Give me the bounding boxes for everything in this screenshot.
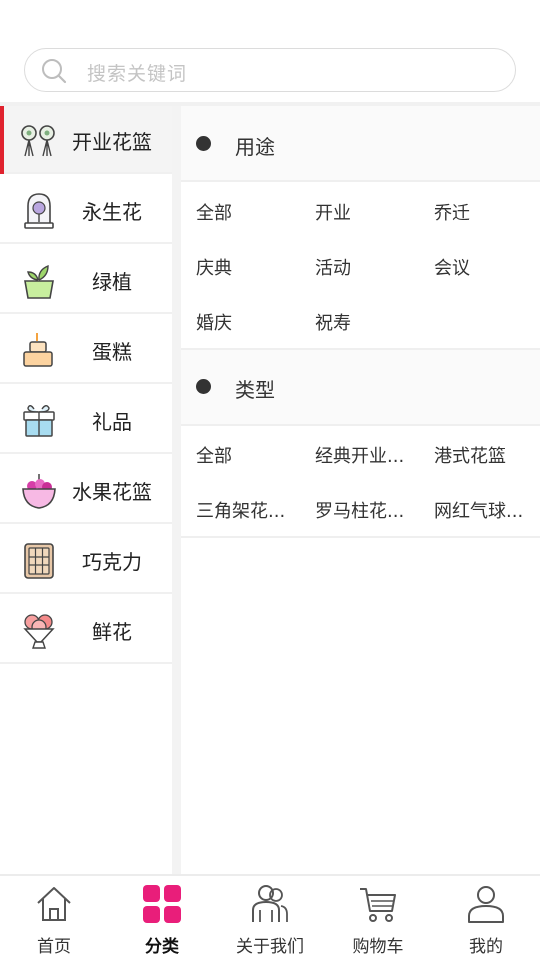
- search-icon: [42, 59, 67, 84]
- sidebar-item-label: 蛋糕: [92, 340, 132, 364]
- cart-icon: [360, 888, 396, 922]
- sidebar-item-label: 开业花篮: [72, 130, 152, 154]
- sidebar-item-label: 巧克力: [82, 550, 142, 574]
- search-bar[interactable]: 搜索关键词: [24, 48, 516, 92]
- filter-option[interactable]: 祝寿: [315, 309, 351, 335]
- sidebar-item-gift[interactable]: 礼品: [0, 386, 172, 454]
- profile-icon: [468, 886, 504, 923]
- sidebar-item-cake[interactable]: 蛋糕: [0, 316, 172, 384]
- tab-label: 分类: [145, 937, 179, 957]
- bullet-icon: [196, 136, 211, 151]
- filter-option[interactable]: 经典开业...: [315, 442, 404, 468]
- tab-label: 首页: [37, 937, 71, 957]
- sidebar-item-label: 礼品: [92, 410, 132, 434]
- sidebar-item-label: 绿植: [92, 270, 132, 294]
- filter-option[interactable]: 婚庆: [196, 309, 232, 335]
- tab-home[interactable]: 首页: [0, 876, 108, 960]
- tab-profile[interactable]: 我的: [432, 876, 540, 960]
- bullet-icon: [196, 379, 211, 394]
- sidebar-item-fruit-basket[interactable]: 水果花篮: [0, 456, 172, 524]
- plant-icon: [24, 264, 54, 299]
- sidebar-divider: [172, 106, 181, 874]
- filter-option[interactable]: 乔迁: [434, 199, 470, 225]
- filter-option[interactable]: 会议: [434, 254, 470, 280]
- tab-label: 我的: [469, 937, 503, 957]
- flower-basket-icon: [21, 125, 55, 157]
- tab-label: 购物车: [352, 937, 404, 957]
- filter-panel: 用途 全部 开业 乔迁 庆典 活动 会议 婚庆 祝寿 类型 全部 经典开业...…: [181, 106, 540, 874]
- tab-about-us[interactable]: 关于我们: [216, 876, 324, 960]
- preserved-flower-icon: [24, 193, 54, 229]
- tab-category[interactable]: 分类: [108, 876, 216, 960]
- sidebar-item-bouquet[interactable]: 鲜花: [0, 596, 172, 664]
- tab-cart[interactable]: 购物车: [324, 876, 432, 960]
- filter-option[interactable]: 开业: [315, 199, 351, 225]
- cake-icon: [23, 333, 53, 367]
- category-icon: [143, 885, 181, 923]
- section-divider: [181, 536, 540, 538]
- sidebar-item-label: 鲜花: [92, 620, 132, 644]
- sidebar-item-chocolate[interactable]: 巧克力: [0, 526, 172, 594]
- gift-icon: [23, 405, 55, 437]
- section-header-type: 类型: [181, 350, 540, 426]
- search-input[interactable]: 搜索关键词: [87, 59, 187, 86]
- section-header-usage: 用途: [181, 106, 540, 182]
- about-us-icon: [252, 885, 288, 922]
- filter-option[interactable]: 庆典: [196, 254, 232, 280]
- sidebar-item-flower-basket[interactable]: 开业花篮: [0, 106, 172, 174]
- filter-option[interactable]: 三角架花...: [196, 497, 285, 523]
- filter-option[interactable]: 罗马柱花...: [315, 497, 404, 523]
- sidebar-item-preserved-flower[interactable]: 永生花: [0, 176, 172, 244]
- sidebar-item-label: 水果花篮: [72, 480, 152, 504]
- filter-option[interactable]: 全部: [196, 442, 232, 468]
- section-title: 类型: [235, 378, 275, 402]
- filter-option[interactable]: 网红气球...: [434, 497, 523, 523]
- section-title: 用途: [235, 135, 275, 159]
- filter-option[interactable]: 港式花篮: [434, 442, 506, 468]
- sidebar-item-plant[interactable]: 绿植: [0, 246, 172, 314]
- bottom-tab-bar: 首页 分类 关于我们 购物车 我的: [0, 874, 540, 960]
- sidebar-item-label: 永生花: [82, 200, 142, 224]
- filter-option[interactable]: 全部: [196, 199, 232, 225]
- home-icon: [37, 887, 71, 921]
- chocolate-icon: [24, 543, 54, 579]
- category-sidebar: 开业花篮 永生花 绿植 蛋糕 礼品 水果花篮 巧克力 鲜花: [0, 106, 172, 874]
- tab-label: 关于我们: [236, 937, 304, 957]
- filter-option[interactable]: 活动: [315, 254, 351, 280]
- bouquet-icon: [23, 614, 55, 649]
- fruit-basket-icon: [22, 474, 56, 509]
